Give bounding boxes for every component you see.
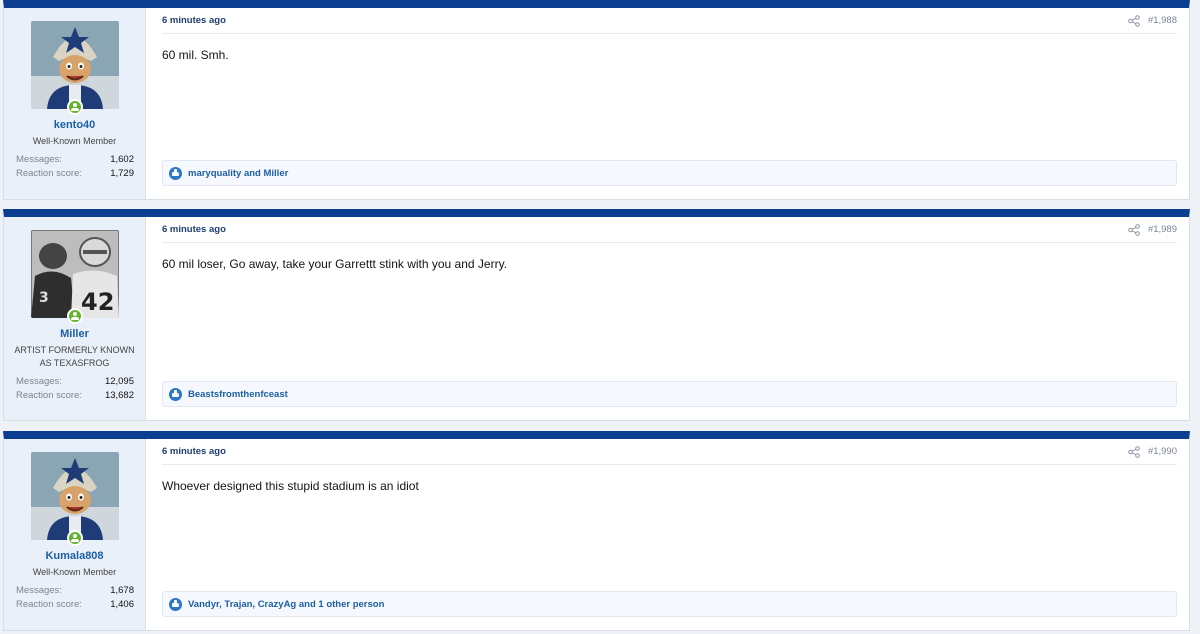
reaction-score-label: Reaction score: <box>16 390 83 401</box>
post-message: Whoever designed this stupid stadium is … <box>162 479 419 493</box>
user-stats: Messages: 1,678 Reaction score: 1,406 <box>16 584 134 612</box>
share-icon[interactable] <box>1128 14 1140 27</box>
reaction-score-label: Reaction score: <box>16 599 83 610</box>
reactions-list[interactable]: maryquality and Miller <box>188 168 288 179</box>
messages-value: 12,095 <box>104 376 134 387</box>
svg-text:3: 3 <box>39 290 49 306</box>
reaction-score-label: Reaction score: <box>16 168 83 179</box>
post-content: 6 minutes ago #1,988 60 mil. Smh. maryqu… <box>162 8 1177 199</box>
post-number[interactable]: #1,990 <box>1148 446 1177 457</box>
post-content: 6 minutes ago #1,990 Whoever designed th… <box>162 439 1177 630</box>
username[interactable]: Kumala808 <box>4 550 145 562</box>
reactions-bar: Vandyr, Trajan, CrazyAg and 1 other pers… <box>162 591 1177 617</box>
reactions-list[interactable]: Beastsfromthenfceast <box>188 389 288 400</box>
like-icon <box>169 387 182 401</box>
username[interactable]: kento40 <box>4 119 145 131</box>
post-message: 60 mil loser, Go away, take your Garrett… <box>162 257 508 271</box>
online-status-icon <box>66 308 83 324</box>
post-header: 6 minutes ago #1,989 <box>162 217 1177 243</box>
avatar-wrap: 42 3 <box>30 230 119 324</box>
post-content: 6 minutes ago #1,989 60 mil loser, Go aw… <box>162 217 1177 420</box>
post: Kumala808 Well-Known Member Messages: 1,6… <box>3 431 1190 631</box>
reaction-score-stat: Reaction score: 1,406 <box>16 598 134 612</box>
like-icon <box>169 597 182 611</box>
messages-stat: Messages: 1,602 <box>16 153 134 167</box>
post: 42 3 Miller ARTIST FORMERLY KNOWN AS TEX… <box>3 209 1190 421</box>
user-title: ARTIST FORMERLY KNOWN AS TEXASFROG <box>14 345 135 368</box>
post-header-actions: #1,989 <box>1128 223 1177 236</box>
post-header: 6 minutes ago #1,988 <box>162 8 1177 34</box>
reaction-score-value: 1,729 <box>110 168 134 179</box>
share-icon[interactable] <box>1128 223 1140 236</box>
reaction-score-value: 1,406 <box>110 599 134 610</box>
avatar-wrap <box>30 21 119 115</box>
post-time[interactable]: 6 minutes ago <box>162 15 226 26</box>
post-time[interactable]: 6 minutes ago <box>162 224 226 235</box>
post-time[interactable]: 6 minutes ago <box>162 446 226 457</box>
reactions-bar: maryquality and Miller <box>162 160 1177 186</box>
reaction-score-stat: Reaction score: 1,729 <box>16 167 134 181</box>
avatar[interactable] <box>30 452 119 540</box>
post-header-actions: #1,990 <box>1128 445 1177 458</box>
post-message: 60 mil. Smh. <box>162 48 229 62</box>
reaction-score-stat: Reaction score: 13,682 <box>16 389 134 403</box>
messages-value: 1,602 <box>110 154 134 165</box>
messages-stat: Messages: 1,678 <box>16 584 134 598</box>
avatar[interactable] <box>30 21 119 109</box>
post-header-actions: #1,988 <box>1128 14 1177 27</box>
avatar[interactable]: 42 3 <box>30 230 119 318</box>
messages-label: Messages: <box>16 154 62 165</box>
like-icon <box>169 166 182 180</box>
post-header: 6 minutes ago #1,990 <box>162 439 1177 465</box>
messages-label: Messages: <box>16 585 62 596</box>
messages-label: Messages: <box>16 376 62 387</box>
post-number[interactable]: #1,988 <box>1148 15 1177 26</box>
reactions-bar: Beastsfromthenfceast <box>162 381 1177 407</box>
online-status-icon <box>66 99 83 115</box>
avatar-wrap <box>30 452 119 546</box>
post: kento40 Well-Known Member Messages: 1,602… <box>3 0 1190 200</box>
user-info-cell: Kumala808 Well-Known Member Messages: 1,6… <box>4 439 146 630</box>
user-title: Well-Known Member <box>32 567 117 577</box>
user-title: Well-Known Member <box>32 136 117 146</box>
reaction-score-value: 13,682 <box>104 390 134 401</box>
svg-text:42: 42 <box>81 288 114 316</box>
user-info-cell: 42 3 Miller ARTIST FORMERLY KNOWN AS TEX… <box>4 217 146 420</box>
user-stats: Messages: 1,602 Reaction score: 1,729 <box>16 153 134 181</box>
reactions-list[interactable]: Vandyr, Trajan, CrazyAg and 1 other pers… <box>188 599 384 610</box>
messages-value: 1,678 <box>110 585 134 596</box>
post-number[interactable]: #1,989 <box>1148 224 1177 235</box>
user-info-cell: kento40 Well-Known Member Messages: 1,602… <box>4 8 146 199</box>
messages-stat: Messages: 12,095 <box>16 375 134 389</box>
online-status-icon <box>66 530 83 546</box>
username[interactable]: Miller <box>4 328 145 340</box>
share-icon[interactable] <box>1128 445 1140 458</box>
user-stats: Messages: 12,095 Reaction score: 13,682 <box>16 375 134 403</box>
